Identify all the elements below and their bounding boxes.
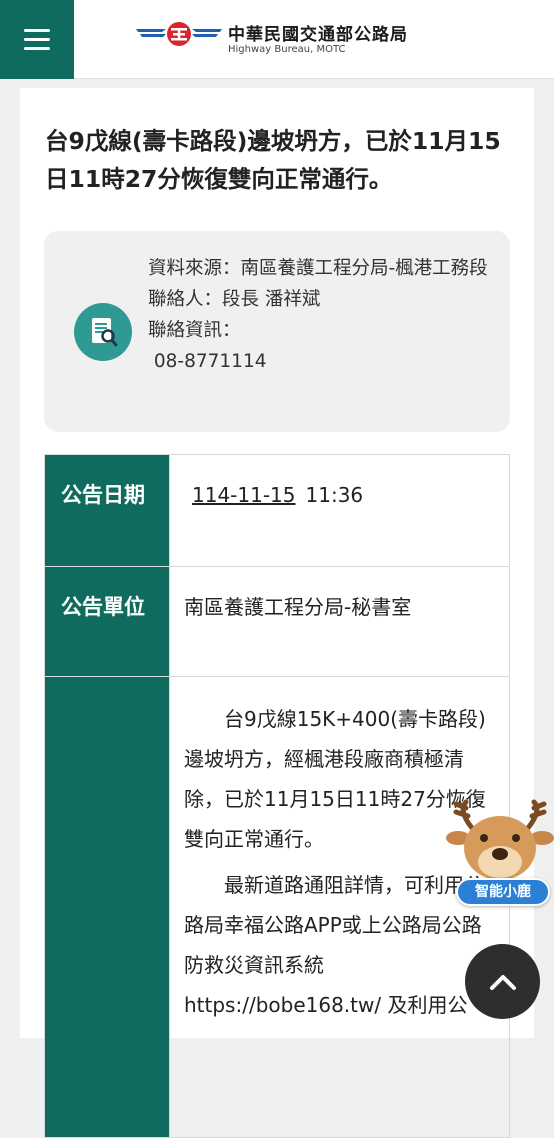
table-row-date: 公告日期 114-11-15 11:36 <box>45 455 509 567</box>
hamburger-menu-icon <box>24 29 50 32</box>
source-info-box: 資料來源：南區養護工程分局-楓港工務段 聯絡人：段長 潘祥斌 聯絡資訊： 08-… <box>44 231 510 432</box>
date-label: 公告日期 <box>45 455 169 566</box>
article-title: 台9戊線(壽卡路段)邊坡坍方，已於11月15日11時27分恢復雙向正常通行。 <box>45 127 501 193</box>
announcement-table: 公告日期 114-11-15 11:36 公告單位 南區養護工程分局-秘書室 台9… <box>44 454 510 1138</box>
document-search-icon <box>74 303 132 361</box>
info-contact-label: 聯絡資訊： <box>148 320 241 341</box>
table-row-content: 台9戊線15K+400(壽卡路段)邊坡坍方，經楓港段廠商積極清除，已於11月15… <box>45 677 509 1137</box>
info-source: 資料來源：南區養護工程分局-楓港工務段 <box>148 258 488 279</box>
time-value: 11:36 <box>305 483 364 507</box>
brand-subtitle: Highway Bureau, MOTC <box>228 44 346 55</box>
content-label <box>45 677 169 1137</box>
highway-bureau-logo <box>136 22 222 46</box>
date-link[interactable]: 114-11-15 <box>192 483 296 507</box>
back-to-top-button[interactable] <box>465 944 540 1019</box>
content-paragraph-1: 台9戊線15K+400(壽卡路段)邊坡坍方，經楓港段廠商積極清除，已於11月15… <box>184 707 486 851</box>
table-row-unit: 公告單位 南區養護工程分局-秘書室 <box>45 567 509 677</box>
hamburger-menu-button[interactable] <box>0 0 74 79</box>
mascot-label[interactable]: 智能小鹿 <box>456 878 550 906</box>
unit-label: 公告單位 <box>45 567 169 676</box>
date-value-cell: 114-11-15 11:36 <box>169 455 509 566</box>
content-paragraph-2: 最新道路通阻詳情，可利用公路局幸福公路APP或上公路局公路防救災資訊系統 htt… <box>184 873 484 1017</box>
info-contact-phone[interactable]: 08-8771114 <box>148 346 488 377</box>
brand-title: 中華民國交通部公路局 <box>228 25 408 45</box>
site-header: 中華民國交通部公路局 Highway Bureau, MOTC <box>0 0 554 79</box>
info-contact-person: 聯絡人：段長 潘祥斌 <box>148 289 321 310</box>
chevron-up-icon <box>489 974 516 990</box>
brand-logo-link[interactable]: 中華民國交通部公路局 Highway Bureau, MOTC <box>136 18 436 62</box>
unit-value: 南區養護工程分局-秘書室 <box>169 567 509 676</box>
